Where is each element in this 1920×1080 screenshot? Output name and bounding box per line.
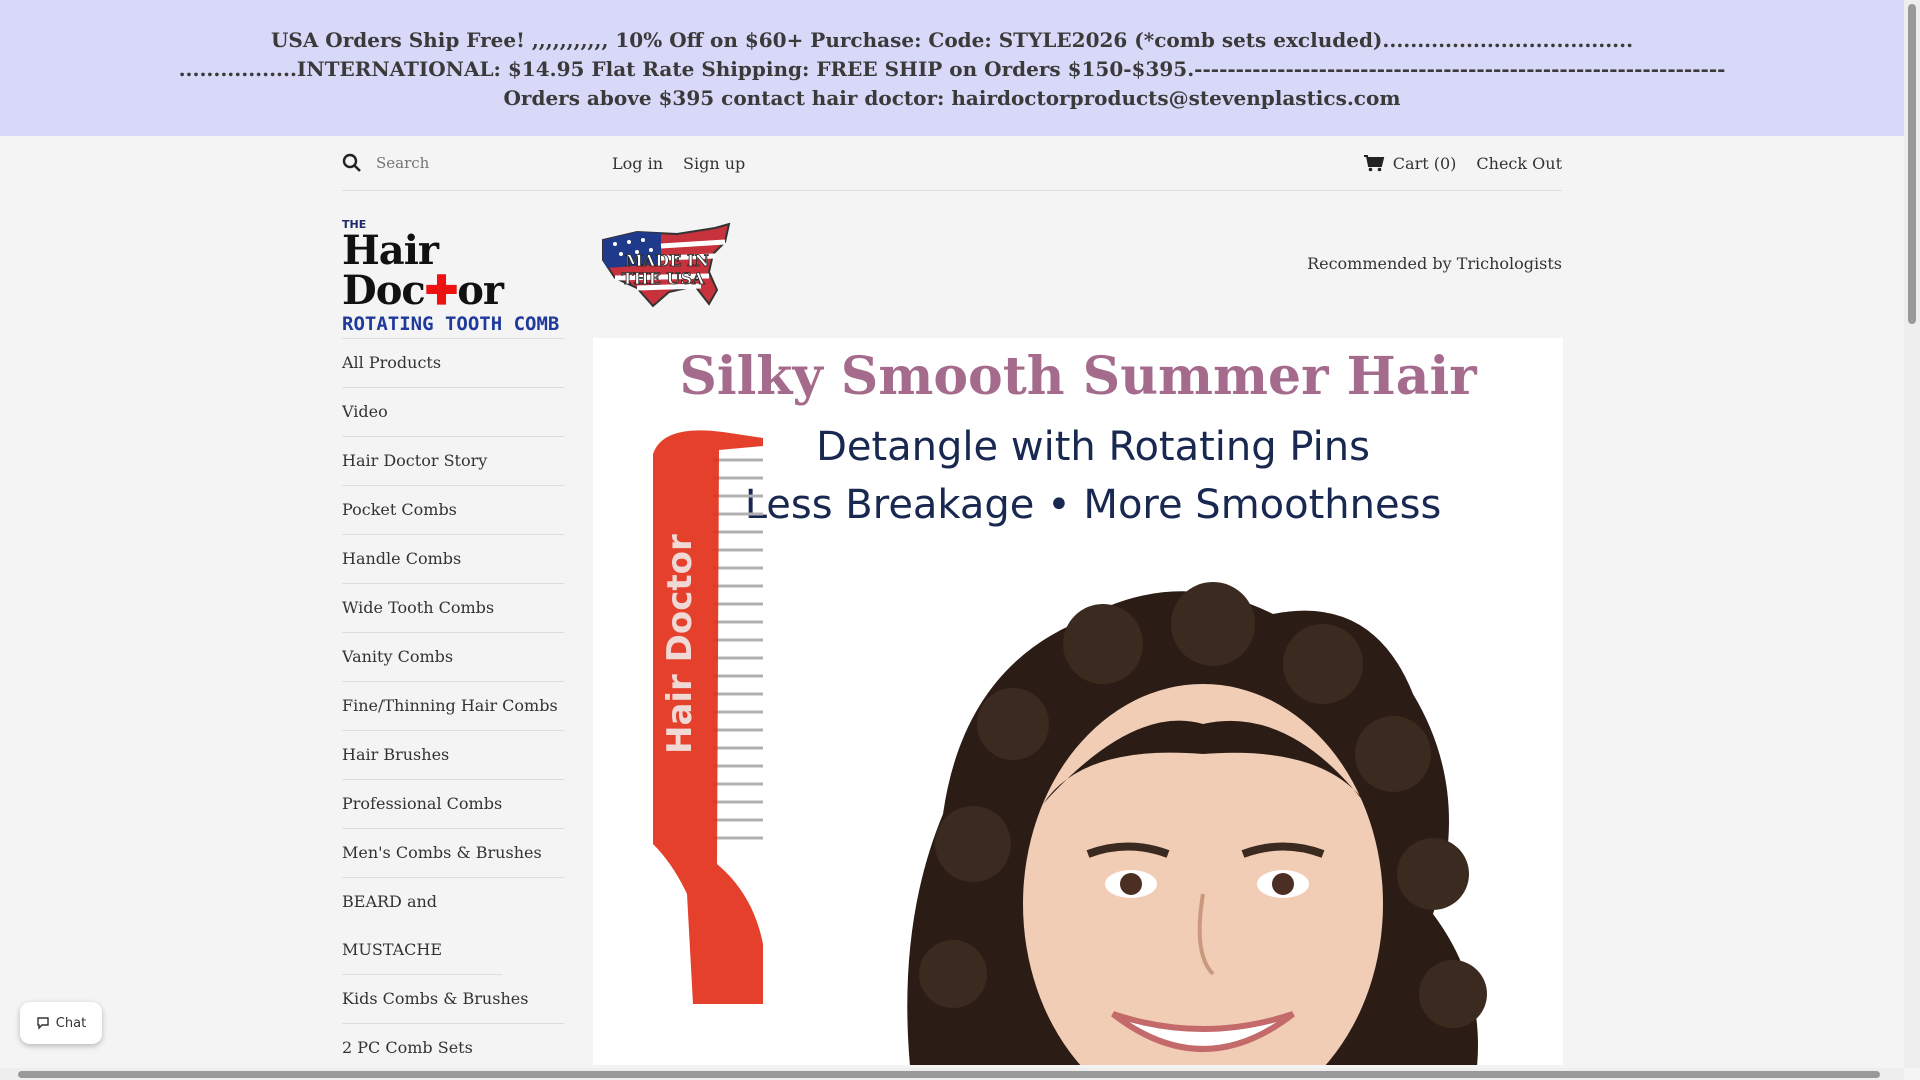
sidebar-item-video[interactable]: Video	[342, 388, 564, 437]
badge-line-2: THE USA	[622, 269, 705, 288]
sidebar-item-mens-combs-brushes[interactable]: Men's Combs & Brushes	[342, 829, 564, 878]
search-input[interactable]	[374, 153, 578, 173]
cart-label: Cart (0)	[1392, 153, 1457, 173]
sidebar-item-kids-combs-brushes[interactable]: Kids Combs & Brushes	[342, 975, 564, 1024]
cart-icon	[1363, 155, 1385, 172]
banner-line-3: Orders above $395 contact hair doctor: h…	[503, 86, 1401, 110]
sidebar-item-beard-mustache-combs[interactable]: BEARD and MUSTACHE Combs	[342, 878, 502, 975]
site-logo[interactable]: THE Hair Doc✚or ROTATING TOOTH COMB	[342, 218, 582, 335]
banner-line-2: .................INTERNATIONAL: $14.95 F…	[178, 57, 1726, 81]
hero-headline: Silky Smooth Summer Hair	[679, 346, 1477, 407]
horizontal-scrollbar[interactable]	[0, 1068, 1904, 1080]
comb-image: Hair Doctor	[653, 430, 763, 1004]
header-tagline: Recommended by Trichologists	[1307, 254, 1562, 273]
chat-label: Chat	[55, 1015, 87, 1031]
cart-link[interactable]: Cart (0)	[1363, 153, 1457, 173]
made-in-usa-badge: MADE IN THE USA	[602, 222, 731, 308]
comb-text: Hair Doctor	[660, 534, 700, 754]
search-box	[342, 153, 592, 173]
badge-line-1: MADE IN	[625, 251, 709, 270]
logo-name: Hair Doc✚or	[342, 227, 504, 314]
signup-link[interactable]: Sign up	[683, 154, 745, 173]
banner-line-1: USA Orders Ship Free! ,,,,,,,,,,, 10% Of…	[270, 28, 1634, 52]
chat-button[interactable]: Chat	[20, 1002, 102, 1044]
sidebar-item-handle-combs[interactable]: Handle Combs	[342, 535, 564, 584]
sidebar-item-wide-tooth-combs[interactable]: Wide Tooth Combs	[342, 584, 564, 633]
announcement-banner: USA Orders Ship Free! ,,,,,,,,,,, 10% Of…	[0, 0, 1904, 136]
sidebar-item-fine-thinning-hair-combs[interactable]: Fine/Thinning Hair Combs	[342, 682, 564, 731]
checkout-link[interactable]: Check Out	[1476, 154, 1562, 173]
login-link[interactable]: Log in	[612, 154, 663, 173]
site-header: THE Hair Doc✚or ROTATING TOOTH COMB MADE…	[342, 210, 1562, 335]
chat-bubble-icon	[37, 1017, 49, 1030]
top-bar: Log in Sign up Cart (0) Check Out	[342, 136, 1562, 191]
horizontal-scrollbar-thumb[interactable]	[18, 1071, 1880, 1078]
sidebar-item-2pc-comb-sets[interactable]: 2 PC Comb Sets	[342, 1024, 564, 1073]
logo-subtitle: ROTATING TOOTH COMB	[342, 313, 560, 335]
sidebar-item-professional-combs[interactable]: Professional Combs	[342, 780, 564, 829]
vertical-scrollbar[interactable]	[1904, 0, 1920, 1068]
sidebar-item-vanity-combs[interactable]: Vanity Combs	[342, 633, 564, 682]
category-sidebar: All Products Video Hair Doctor Story Poc…	[342, 338, 564, 1073]
search-icon[interactable]	[342, 153, 362, 173]
cart-area: Cart (0) Check Out	[1363, 154, 1562, 173]
sidebar-item-pocket-combs[interactable]: Pocket Combs	[342, 486, 564, 535]
sidebar-item-all-products[interactable]: All Products	[342, 339, 564, 388]
model-photo	[907, 582, 1487, 1065]
hero-banner[interactable]: Silky Smooth Summer Hair Detangle with R…	[593, 338, 1563, 1065]
sidebar-item-hair-doctor-story[interactable]: Hair Doctor Story	[342, 437, 564, 486]
cross-icon: ✚	[424, 267, 459, 314]
vertical-scrollbar-thumb[interactable]	[1908, 4, 1916, 324]
sidebar-item-hair-brushes[interactable]: Hair Brushes	[342, 731, 564, 780]
